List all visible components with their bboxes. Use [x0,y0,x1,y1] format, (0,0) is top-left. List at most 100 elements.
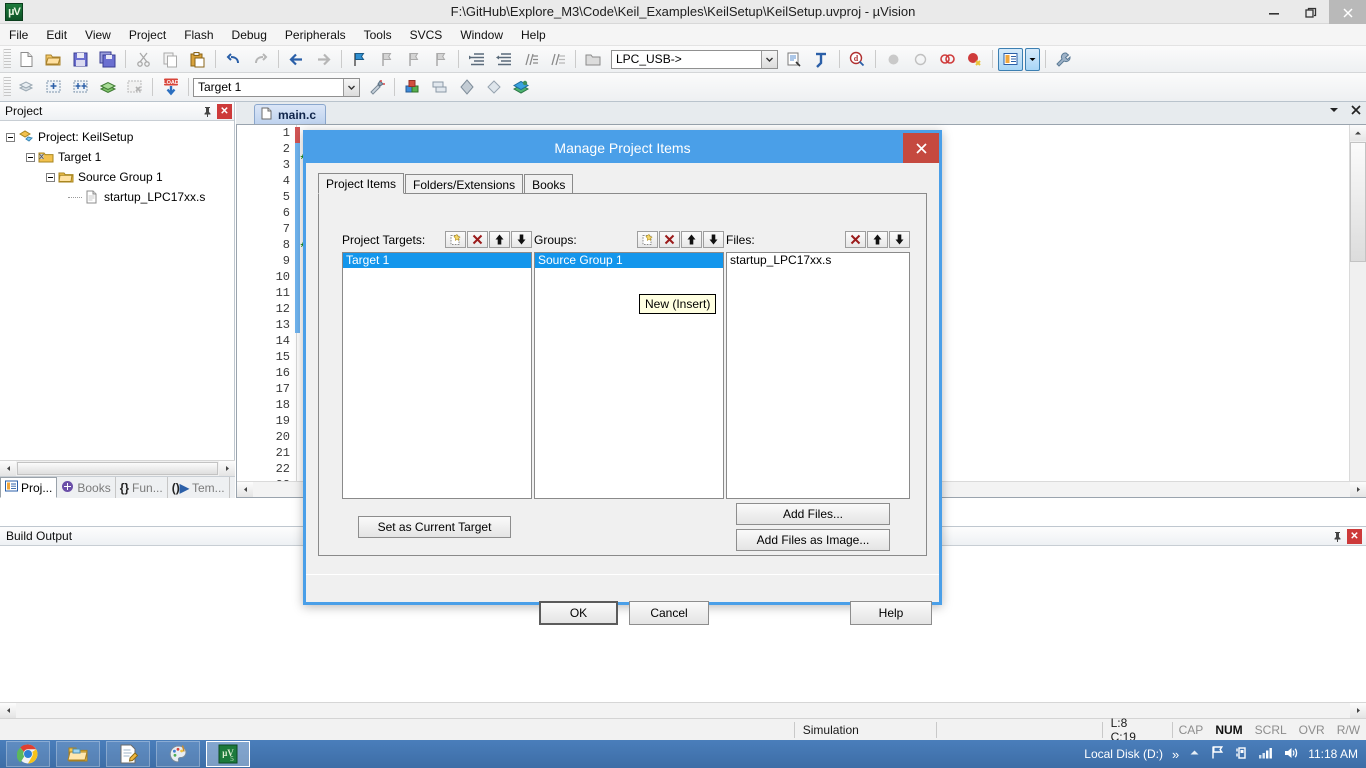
save-icon[interactable] [68,48,93,71]
debug-session-icon[interactable] [782,48,807,71]
window-layout-icon[interactable] [998,47,1023,71]
tree-node-source-group[interactable]: Source Group 1 [6,167,234,187]
uvision-taskbar-button[interactable]: μV 5 [206,741,250,767]
groups-listbox[interactable]: Source Group 1 [534,252,724,499]
new-file-icon[interactable] [14,48,39,71]
editor-tab-main-c[interactable]: main.c [254,104,327,124]
window-layout-dropdown-icon[interactable] [1025,47,1040,71]
scroll-left-icon[interactable] [237,482,253,497]
notepad-taskbar-button[interactable] [106,741,150,767]
multi-project-icon[interactable] [427,76,452,99]
build-target-icon[interactable] [41,76,66,99]
scroll-thumb[interactable] [1350,142,1366,262]
move-target-down-icon[interactable] [511,231,532,248]
add-files-button[interactable]: Add Files... [736,503,890,525]
scroll-right-icon[interactable] [1350,482,1366,497]
scroll-right-icon[interactable] [219,461,235,476]
show-hidden-icons-icon[interactable] [1188,746,1201,762]
chrome-taskbar-button[interactable] [6,741,50,767]
move-group-up-icon[interactable] [681,231,702,248]
stop-build-icon[interactable] [122,76,147,99]
files-listbox[interactable]: startup_LPC17xx.s [726,252,910,499]
list-item[interactable]: startup_LPC17xx.s [727,253,909,268]
toolbar-grip[interactable] [3,49,11,69]
menu-view[interactable]: View [76,25,120,45]
outdent-icon[interactable] [491,48,516,71]
cut-icon[interactable] [131,48,156,71]
dialog-tab-project-items[interactable]: Project Items [318,173,405,194]
ok-button[interactable]: OK [539,601,618,625]
delete-group-icon[interactable] [659,231,680,248]
bookmark-clear-icon[interactable] [428,48,453,71]
paste-icon[interactable] [185,48,210,71]
paint-taskbar-button[interactable] [156,741,200,767]
device-target-combo[interactable]: LPC_USB-> [611,49,778,69]
configure-debug-icon[interactable]: d [845,48,870,71]
pin-icon[interactable] [199,104,215,119]
taskbar-clock[interactable]: 11:18 AM [1308,747,1358,761]
pack-installer-icon[interactable] [481,76,506,99]
dialog-tab-books[interactable]: Books [524,174,574,194]
bookmark-prev-icon[interactable] [374,48,399,71]
chevron-down-icon[interactable] [761,50,777,68]
menu-debug[interactable]: Debug [223,25,276,45]
move-target-up-icon[interactable] [489,231,510,248]
scroll-right-icon[interactable] [1350,703,1366,718]
usb-device-icon[interactable] [1234,745,1249,763]
toolbar-grip[interactable] [3,77,11,97]
close-icon[interactable]: ✕ [217,103,232,119]
menu-help[interactable]: Help [512,25,555,45]
menu-svcs[interactable]: SVCS [401,25,452,45]
breakpoint-insert-icon[interactable] [881,48,906,71]
components-icon[interactable] [454,76,479,99]
new-target-icon[interactable] [445,231,466,248]
tree-node-target[interactable]: Target 1 [6,147,234,167]
redo-icon[interactable] [248,48,273,71]
breakpoint-disable-all-icon[interactable] [962,48,987,71]
minimize-button[interactable] [1255,0,1292,24]
translate-file-icon[interactable] [14,76,39,99]
dialog-tab-folders-extensions[interactable]: Folders/Extensions [405,174,524,194]
network-icon[interactable] [1258,746,1274,762]
project-targets-listbox[interactable]: Target 1 [342,252,532,499]
find-in-files-icon[interactable] [809,48,834,71]
uncomment-icon[interactable] [545,48,570,71]
list-item[interactable]: Source Group 1 [535,253,723,268]
build-output-horizontal-scrollbar[interactable] [0,702,1366,718]
expander-icon[interactable] [6,132,15,142]
tray-local-disk-label[interactable]: Local Disk (D:) [1084,747,1163,761]
chevron-down-icon[interactable] [1328,104,1340,119]
menu-flash[interactable]: Flash [175,25,222,45]
navigate-back-icon[interactable] [284,48,309,71]
close-icon[interactable] [1350,104,1362,119]
explorer-taskbar-button[interactable] [56,741,100,767]
new-group-icon[interactable] [637,231,658,248]
breakpoint-disable-icon[interactable] [908,48,933,71]
bookmark-toggle-icon[interactable] [347,48,372,71]
manage-run-time-environment-icon[interactable] [508,76,533,99]
move-file-down-icon[interactable] [889,231,910,248]
tree-node-file[interactable]: startup_LPC17xx.s [6,187,234,207]
expander-icon[interactable] [46,172,55,182]
save-all-icon[interactable] [95,48,120,71]
close-window-button[interactable] [1329,0,1366,24]
scroll-up-icon[interactable] [1350,125,1366,141]
move-group-down-icon[interactable] [703,231,724,248]
scroll-thumb[interactable] [17,462,218,475]
rebuild-all-icon[interactable] [68,76,93,99]
menu-peripherals[interactable]: Peripherals [276,25,355,45]
close-icon[interactable]: ✕ [1347,528,1362,544]
scroll-left-icon[interactable] [0,461,16,476]
batch-build-icon[interactable] [95,76,120,99]
comment-icon[interactable] [518,48,543,71]
open-build-window-icon[interactable] [581,48,606,71]
set-as-current-target-button[interactable]: Set as Current Target [358,516,511,538]
tree-node-project[interactable]: Project: KeilSetup [6,127,234,147]
move-file-up-icon[interactable] [867,231,888,248]
dialog-close-button[interactable] [903,133,939,163]
copy-icon[interactable] [158,48,183,71]
delete-target-icon[interactable] [467,231,488,248]
tab-functions[interactable]: {} Fun... [116,477,168,498]
build-target-combo[interactable]: Target 1 [193,77,360,97]
editor-vertical-scrollbar[interactable] [1349,125,1366,497]
